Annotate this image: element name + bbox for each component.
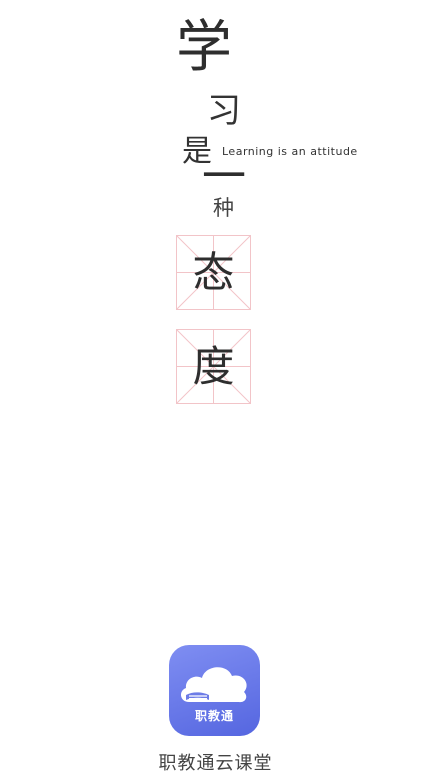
slogan-char-yi: 一 xyxy=(202,151,246,202)
grid-char-du: 度 xyxy=(192,341,235,391)
grid-box-du: 度 xyxy=(176,329,251,404)
grid-box-tai: 态 xyxy=(176,235,251,310)
app-name: 职教通云课堂 xyxy=(158,753,273,774)
slogan-char-zhong: 种 xyxy=(213,196,234,220)
slogan-char-xue: 学 xyxy=(176,15,232,80)
splash-screen: 学 习 是 一 种 Learning is an attitude 态 度 职教… xyxy=(0,0,431,783)
app-logo-label: 职教通 xyxy=(194,709,234,723)
slogan-char-xi: 习 xyxy=(207,91,241,131)
slogan-english: Learning is an attitude xyxy=(222,145,358,158)
grid-char-tai: 态 xyxy=(192,247,235,297)
app-logo: 职教通 xyxy=(169,645,260,736)
